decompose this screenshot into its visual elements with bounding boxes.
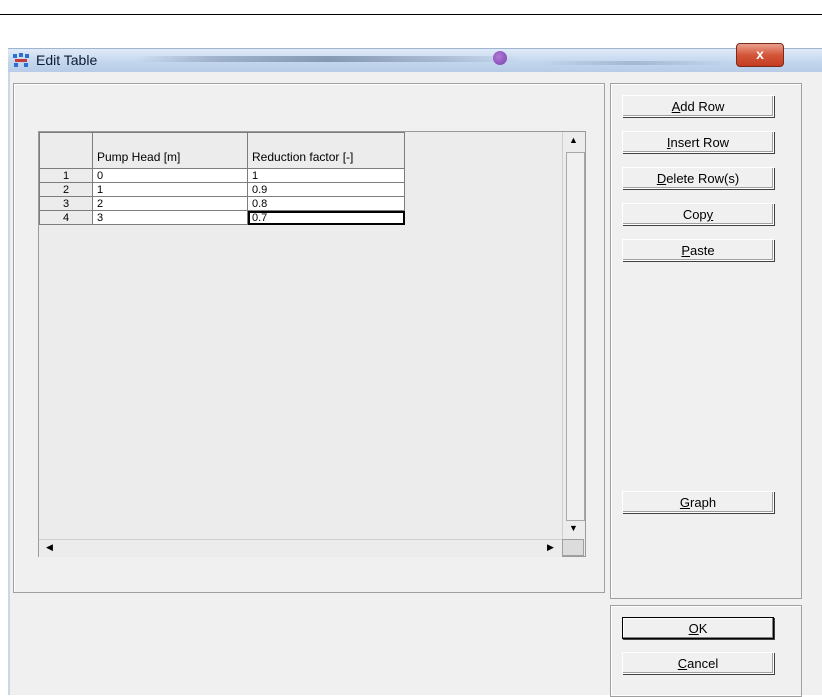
btn-accel-key: O [688, 621, 699, 636]
title-blur-2 [538, 61, 728, 65]
btn-text-post: nsert Row [670, 135, 730, 150]
row-header[interactable]: 1 [39, 168, 93, 183]
cancel-button[interactable]: Cancel [622, 652, 774, 674]
btn-accel-key: G [679, 495, 691, 510]
paste-button[interactable]: Paste [622, 239, 774, 261]
row-header[interactable]: 4 [39, 210, 93, 225]
column-header-reduction-factor[interactable]: Reduction factor [-] [247, 132, 405, 169]
row-header[interactable]: 2 [39, 182, 93, 197]
top-divider [0, 14, 822, 15]
vertical-scroll-thumb[interactable] [566, 152, 585, 521]
title-blur [138, 56, 518, 62]
close-button[interactable]: x [736, 43, 784, 67]
btn-text-pre: Cop [682, 207, 707, 222]
table-row: 3 2 0.8 [39, 196, 405, 211]
copy-button[interactable]: Copy [622, 203, 774, 225]
cell-reduction-factor[interactable]: 0.8 [247, 196, 405, 211]
cell-reduction-factor-selected[interactable]: 0.7 [247, 210, 405, 225]
delete-rows-button[interactable]: Delete Row(s) [622, 167, 774, 189]
table-row: 4 3 0.7 [39, 210, 405, 225]
btn-accel-key: C [677, 656, 688, 671]
cell-pump-head[interactable]: 1 [92, 182, 248, 197]
dialog-client: Pump Head [m] Reduction factor [-] 1 0 1… [8, 72, 822, 697]
btn-text-post: dd Row [680, 99, 725, 114]
insert-row-button[interactable]: Insert Row [622, 131, 774, 153]
title-blur-dot [493, 51, 507, 65]
column-header-pump-head[interactable]: Pump Head [m] [92, 132, 248, 169]
btn-text-post: ancel [687, 656, 719, 671]
arrow-right-icon[interactable]: ▶ [542, 540, 559, 555]
add-row-button[interactable]: Add Row [622, 95, 774, 117]
arrow-left-icon[interactable]: ◀ [41, 540, 58, 555]
vertical-scrollbar[interactable]: ▲ ▼ [562, 132, 585, 539]
cell-reduction-factor[interactable]: 1 [247, 168, 405, 183]
btn-text-post: K [698, 621, 708, 636]
horizontal-scrollbar[interactable]: ◀ ▶ [39, 539, 562, 557]
cell-pump-head[interactable]: 3 [92, 210, 248, 225]
window-title: Edit Table [36, 52, 98, 68]
close-icon: x [756, 46, 764, 62]
edit-table-dialog: Edit Table x Pump Head [m] Reduction fac… [8, 43, 822, 697]
cell-pump-head[interactable]: 0 [92, 168, 248, 183]
arrow-up-icon[interactable]: ▲ [565, 133, 582, 148]
row-header[interactable]: 3 [39, 196, 93, 211]
title-bar[interactable]: Edit Table x [8, 43, 822, 73]
grid-corner[interactable] [39, 132, 93, 169]
cell-reduction-factor[interactable]: 0.9 [247, 182, 405, 197]
table-row: 2 1 0.9 [39, 182, 405, 197]
cell-pump-head[interactable]: 2 [92, 196, 248, 211]
btn-accel-key: D [656, 171, 667, 186]
table-row: 1 0 1 [39, 168, 405, 183]
btn-accel-key: y [706, 207, 714, 222]
graph-button[interactable]: Graph [622, 491, 774, 513]
edit-buttons-group [610, 83, 802, 599]
data-grid[interactable]: Pump Head [m] Reduction factor [-] 1 0 1… [38, 131, 586, 557]
btn-text-post: raph [690, 495, 717, 510]
ok-button[interactable]: OK [622, 617, 774, 639]
app-icon [13, 53, 29, 67]
scroll-corner [562, 539, 584, 556]
btn-accel-key: A [671, 99, 681, 114]
btn-text-post: elete Row(s) [666, 171, 740, 186]
arrow-down-icon[interactable]: ▼ [565, 521, 582, 536]
btn-accel-key: P [681, 243, 691, 258]
btn-text-post: aste [690, 243, 715, 258]
grid-table: Pump Head [m] Reduction factor [-] 1 0 1… [39, 132, 405, 225]
